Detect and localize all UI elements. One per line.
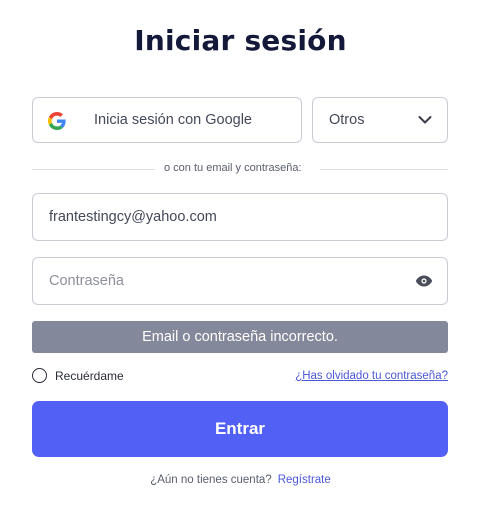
forgot-password-link[interactable]: ¿Has olvidado tu contraseña? [295, 370, 448, 382]
divider-text: o con tu email y contraseña: [164, 162, 302, 174]
google-signin-label: Inicia sesión con Google [94, 112, 252, 128]
radio-icon[interactable] [32, 368, 47, 383]
password-field[interactable] [49, 258, 399, 304]
google-icon [48, 112, 66, 130]
login-button[interactable]: Entrar [32, 401, 448, 457]
other-providers-select[interactable]: Otros [312, 97, 448, 143]
email-field-container [32, 193, 448, 241]
error-message: Email o contraseña incorrecto. [32, 321, 448, 353]
google-signin-button[interactable]: Inicia sesión con Google [32, 97, 302, 143]
page-title: Iniciar sesión [134, 24, 347, 57]
signup-prompt: ¿Aún no tienes cuenta? [150, 474, 272, 486]
divider: o con tu email y contraseña: [32, 161, 448, 177]
password-field-container [32, 257, 448, 305]
login-page: Iniciar sesión Inicia sesión con Google … [0, 0, 489, 513]
signup-link[interactable]: Regístrate [278, 474, 331, 486]
email-field[interactable] [49, 194, 399, 240]
divider-line [320, 169, 448, 170]
signup-row: ¿Aún no tienes cuenta? Regístrate [0, 474, 481, 486]
divider-line [32, 169, 155, 170]
other-providers-label: Otros [329, 112, 365, 128]
remember-me-label: Recuérdame [55, 368, 124, 383]
chevron-down-icon [418, 116, 432, 124]
remember-me-radio[interactable]: Recuérdame [32, 368, 124, 383]
eye-icon[interactable] [415, 274, 433, 288]
